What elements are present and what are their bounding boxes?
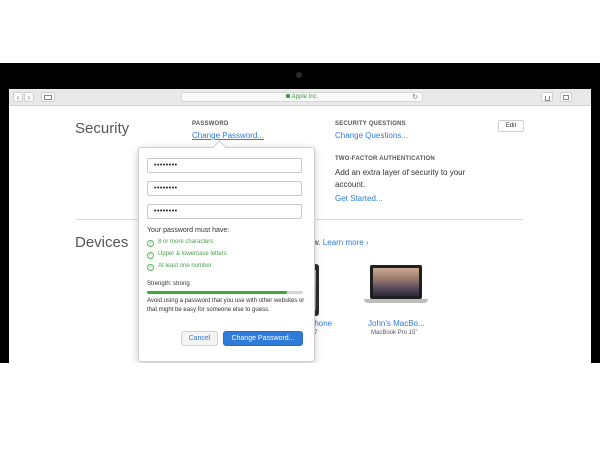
back-icon: ‹ bbox=[16, 93, 20, 102]
two-factor-description: Add an extra layer of security to your a… bbox=[335, 167, 465, 191]
strength-label: Strength: strong bbox=[147, 281, 190, 287]
change-questions-link[interactable]: Change Questions... bbox=[335, 131, 408, 140]
macbook-wallpaper bbox=[373, 268, 419, 296]
sidebar-toggle-button[interactable] bbox=[41, 92, 55, 102]
strength-meter bbox=[147, 291, 303, 294]
two-factor-description-line2: account. bbox=[335, 180, 366, 189]
requirement-text: At least one number bbox=[158, 263, 212, 269]
browser-toolbar: ‹ › Apple Inc. ↻ bbox=[9, 89, 591, 106]
forward-button[interactable]: › bbox=[24, 92, 34, 102]
device-model-macbook: MacBook Pro 15" bbox=[371, 330, 418, 336]
tabs-button[interactable] bbox=[560, 92, 572, 102]
password-advice: Avoid using a password that you use with… bbox=[147, 298, 305, 313]
change-password-popover: •••••••• •••••••• •••••••• Your password… bbox=[138, 147, 315, 362]
current-password-field[interactable]: •••••••• bbox=[147, 158, 302, 173]
share-button[interactable] bbox=[541, 92, 553, 102]
strength-meter-fill bbox=[147, 291, 288, 294]
check-icon: ✓ bbox=[147, 252, 154, 259]
requirement-item: ✓ At least one number bbox=[147, 261, 212, 271]
cancel-button[interactable]: Cancel bbox=[181, 331, 218, 346]
security-questions-label: SECURITY QUESTIONS bbox=[335, 121, 406, 127]
tabs-icon bbox=[563, 95, 569, 100]
password-label: PASSWORD bbox=[192, 121, 229, 127]
macbook-image[interactable] bbox=[370, 265, 422, 299]
reload-icon[interactable]: ↻ bbox=[412, 93, 418, 102]
address-text: Apple Inc. bbox=[291, 94, 319, 100]
new-password-field[interactable]: •••••••• bbox=[147, 181, 302, 196]
learn-more-link[interactable]: Learn more › bbox=[323, 238, 369, 247]
requirement-item: ✓ 8 or more characters bbox=[147, 237, 213, 247]
requirement-item: ✓ Upper & lowercase letters bbox=[147, 249, 227, 259]
camera-dot bbox=[296, 72, 302, 78]
confirm-password-field[interactable]: •••••••• bbox=[147, 204, 302, 219]
two-factor-label: TWO-FACTOR AUTHENTICATION bbox=[335, 156, 435, 162]
requirements-title: Your password must have: bbox=[147, 227, 230, 234]
forward-icon: › bbox=[27, 93, 31, 102]
requirement-text: Upper & lowercase letters bbox=[158, 251, 227, 257]
device-name-macbook[interactable]: John's MacBo... bbox=[368, 319, 425, 328]
sidebar-icon bbox=[44, 95, 52, 100]
macbook-base bbox=[364, 299, 428, 303]
check-icon: ✓ bbox=[147, 264, 154, 271]
security-title: Security bbox=[75, 120, 130, 137]
devices-title: Devices bbox=[75, 234, 129, 251]
devices-intro-text: w. Learn more › bbox=[313, 237, 369, 249]
share-icon bbox=[544, 96, 550, 101]
requirement-text: 8 or more characters bbox=[158, 239, 214, 245]
edit-button[interactable]: Edit bbox=[498, 120, 524, 132]
lock-icon bbox=[285, 94, 290, 98]
get-started-link[interactable]: Get Started... bbox=[335, 194, 383, 203]
address-bar[interactable]: Apple Inc. ↻ bbox=[181, 92, 423, 102]
two-factor-description-line1: Add an extra layer of security to your bbox=[335, 168, 466, 177]
change-password-link[interactable]: Change Password... bbox=[192, 131, 264, 140]
check-icon: ✓ bbox=[147, 240, 154, 247]
back-button[interactable]: ‹ bbox=[13, 92, 23, 102]
browser-window: ‹ › Apple Inc. ↻ Security PASSWORD Chang… bbox=[9, 89, 591, 363]
change-password-button[interactable]: Change Password... bbox=[223, 331, 303, 346]
